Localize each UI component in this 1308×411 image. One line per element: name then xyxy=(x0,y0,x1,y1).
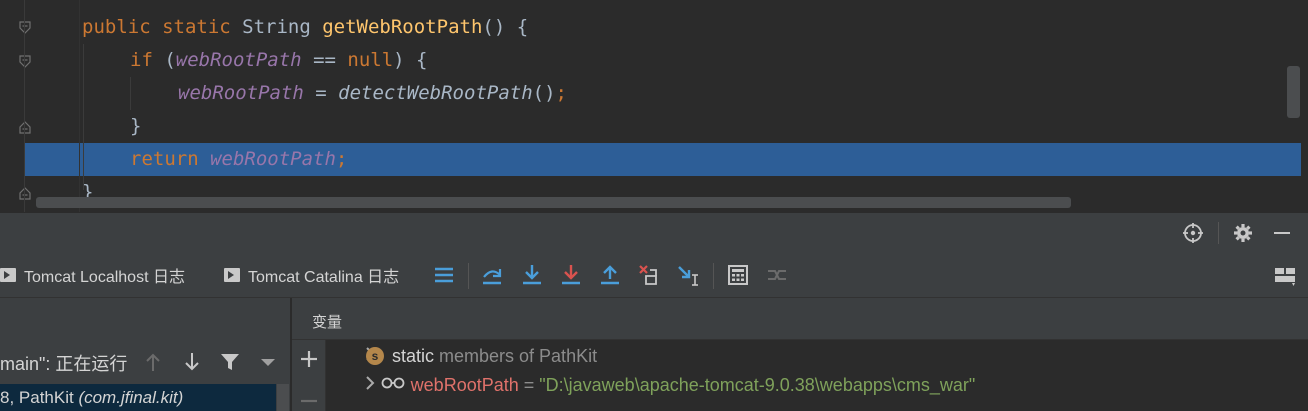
code-token: ) { xyxy=(393,49,428,71)
watch-glasses-icon xyxy=(366,358,405,411)
code-token: detectWebRootPath xyxy=(338,82,533,104)
indent-guide xyxy=(83,44,84,190)
gutter-line xyxy=(24,0,25,212)
arrow-up-icon[interactable] xyxy=(142,351,164,373)
code-token: ; xyxy=(555,82,567,104)
trace-icon[interactable] xyxy=(765,263,789,287)
code-line-return[interactable]: return webRootPath; xyxy=(130,143,347,176)
run-to-cursor-icon[interactable] xyxy=(676,263,700,287)
force-step-into-icon[interactable] xyxy=(559,263,583,287)
code-token: ; xyxy=(335,148,348,170)
debug-panel-header xyxy=(0,212,1308,252)
code-token: webRootPath xyxy=(175,49,302,71)
remove-watch-icon[interactable] xyxy=(300,392,318,410)
code-token: webRootPath xyxy=(210,148,336,170)
variable-value: "D:\javaweb\apache-tomcat-9.0.38\webapps… xyxy=(539,374,976,395)
code-token: } xyxy=(130,115,142,137)
variable-description: members of PathKit xyxy=(434,345,598,366)
fold-open-icon[interactable] xyxy=(17,54,33,70)
header-separator xyxy=(1218,222,1219,244)
code-line-if[interactable]: if (webRootPath == null) { xyxy=(130,44,427,77)
show-execution-point-icon[interactable] xyxy=(432,263,456,287)
arrow-down-icon[interactable] xyxy=(181,351,203,373)
tab-label: Tomcat Catalina 日志 xyxy=(248,269,400,286)
thread-label: main": 正在运行 xyxy=(0,354,128,374)
minimize-icon[interactable] xyxy=(1270,221,1294,245)
variables-header: 变量 xyxy=(292,298,1308,340)
code-token: null xyxy=(347,49,394,71)
fold-open-icon[interactable] xyxy=(17,20,33,36)
code-token: String xyxy=(242,16,323,38)
frames-pane: main": 正在运行 8, PathKit (com.jfinal.kit) xyxy=(0,298,291,411)
gear-icon[interactable] xyxy=(1231,221,1255,245)
code-token: return xyxy=(130,148,211,170)
debugger-toolbar: Tomcat Localhost 日志 Tomcat Catalina 日志 xyxy=(0,252,1308,298)
stack-frame-row[interactable]: 8, PathKit (com.jfinal.kit) xyxy=(0,384,276,411)
horizontal-scrollbar[interactable] xyxy=(36,197,1071,208)
code-token: = xyxy=(303,82,339,104)
code-token: getWebRootPath xyxy=(322,16,483,38)
gutter-separator xyxy=(79,0,80,212)
step-over-icon[interactable] xyxy=(480,263,504,287)
tab-tomcat-catalina-log[interactable]: Tomcat Catalina 日志 xyxy=(224,252,399,298)
code-token: ( xyxy=(164,49,176,71)
frame-package-label: (com.jfinal.kit) xyxy=(78,387,184,407)
code-editor[interactable]: public static String getWebRootPath() { … xyxy=(0,0,1308,212)
variables-pane: 变量 s static members of PathKit webRootPa… xyxy=(292,298,1308,411)
code-line-method-signature[interactable]: public static String getWebRootPath() { xyxy=(82,11,528,44)
code-line-if-close[interactable]: } xyxy=(130,110,141,143)
evaluate-expression-icon[interactable] xyxy=(726,263,750,287)
code-token: () { xyxy=(482,16,529,38)
frame-number-label: 8, PathKit xyxy=(0,387,79,407)
chevron-right-icon[interactable] xyxy=(338,358,375,411)
console-icon xyxy=(224,268,240,282)
variables-side-toolbar xyxy=(292,340,326,411)
code-token: webRootPath xyxy=(178,82,304,104)
variable-row-webrootpath[interactable]: webRootPath = "D:\javaweb\apache-tomcat-… xyxy=(338,370,975,400)
console-icon xyxy=(0,268,16,282)
drop-frame-icon[interactable] xyxy=(637,263,661,287)
code-token: if xyxy=(130,49,165,71)
frames-scrollbar[interactable] xyxy=(277,384,289,411)
tab-label: Tomcat Localhost 日志 xyxy=(24,269,185,286)
variable-name: webRootPath xyxy=(410,374,519,395)
code-line-assignment[interactable]: webRootPath = detectWebRootPath(); xyxy=(178,77,567,110)
code-token: () xyxy=(532,82,556,104)
tab-tomcat-localhost-log[interactable]: Tomcat Localhost 日志 xyxy=(0,252,185,298)
crosshair-icon[interactable] xyxy=(1181,221,1205,245)
fold-end-icon[interactable] xyxy=(17,185,33,201)
toolbar-separator xyxy=(713,263,714,289)
filter-icon[interactable] xyxy=(219,351,241,373)
variable-equals: = xyxy=(518,374,540,395)
code-token: == xyxy=(301,49,348,71)
step-into-icon[interactable] xyxy=(520,263,544,287)
toolbar-separator xyxy=(468,263,469,289)
layout-icon[interactable] xyxy=(1273,263,1297,287)
step-out-icon[interactable] xyxy=(598,263,622,287)
add-watch-icon[interactable] xyxy=(300,350,318,368)
chevron-down-icon[interactable] xyxy=(257,351,279,373)
vertical-scrollbar[interactable] xyxy=(1287,66,1300,118)
fold-end-icon[interactable] xyxy=(17,119,33,135)
code-token: public static xyxy=(82,16,243,38)
indent-guide xyxy=(130,77,131,110)
